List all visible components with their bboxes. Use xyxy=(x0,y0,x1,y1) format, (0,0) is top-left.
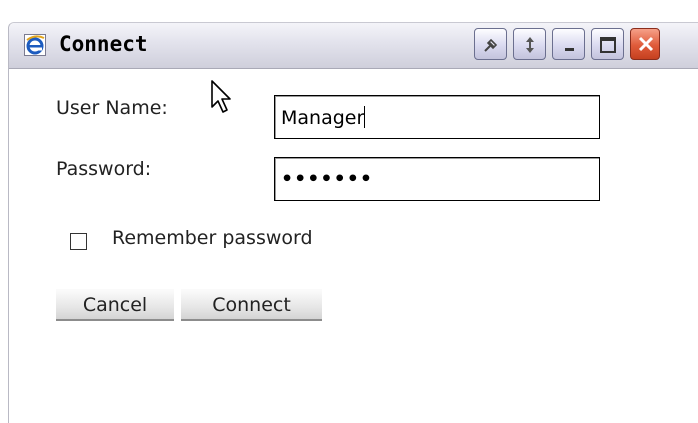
maximize-button[interactable] xyxy=(591,28,624,60)
restore-button[interactable] xyxy=(513,28,546,60)
remember-password-label[interactable]: Remember password xyxy=(112,227,313,249)
username-value: Manager xyxy=(281,107,365,129)
title-bar[interactable]: Connect xyxy=(9,23,698,69)
connect-dialog: Connect User Name: Manager Password: •••… xyxy=(8,22,698,423)
password-input[interactable]: ••••••• xyxy=(274,157,600,201)
mouse-pointer-icon xyxy=(211,80,231,113)
username-label: User Name: xyxy=(56,97,168,119)
password-label: Password: xyxy=(56,158,152,180)
connect-button[interactable]: Connect xyxy=(181,289,322,321)
pin-button[interactable] xyxy=(474,28,507,60)
close-button[interactable] xyxy=(630,28,660,60)
cancel-button[interactable]: Cancel xyxy=(56,289,174,321)
username-input[interactable]: Manager xyxy=(274,95,600,139)
text-caret xyxy=(364,106,366,128)
minimize-button[interactable] xyxy=(552,28,585,60)
password-value: ••••••• xyxy=(281,168,374,190)
pin-icon xyxy=(484,38,498,52)
window-title: Connect xyxy=(59,32,148,56)
maximize-icon xyxy=(600,37,616,53)
internet-explorer-icon xyxy=(24,34,46,56)
remember-password-checkbox[interactable] xyxy=(70,233,87,250)
up-down-arrows-icon xyxy=(526,37,534,53)
close-icon xyxy=(638,36,654,52)
minimize-icon xyxy=(565,48,574,51)
